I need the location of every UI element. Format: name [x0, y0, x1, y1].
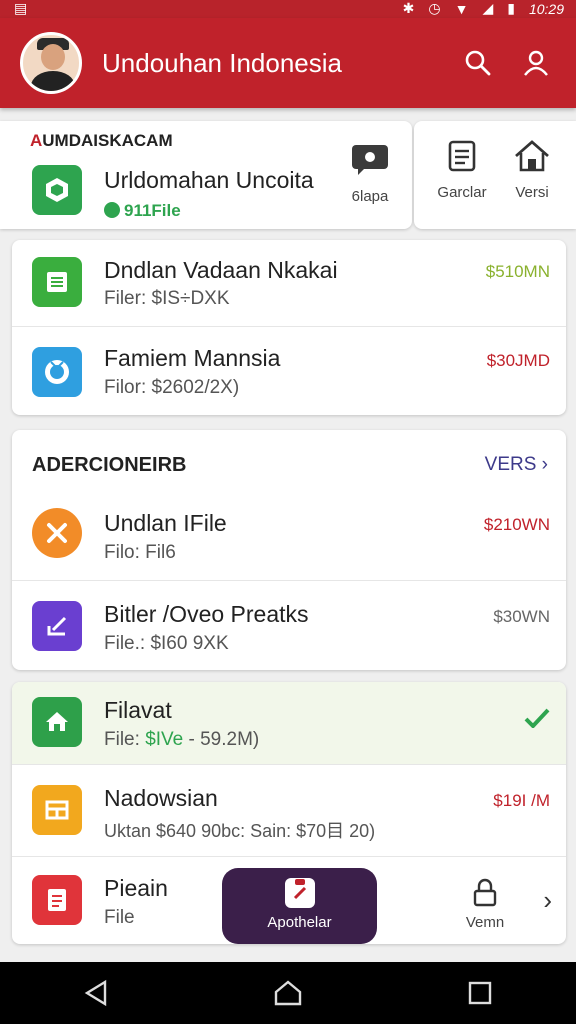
box-icon	[32, 785, 82, 835]
quick-actions-card: Garclar Versi	[414, 121, 576, 229]
section-card: ADERCIONEIRB VERS › Undlan IFile Filo: F…	[12, 430, 566, 670]
featured-title: Urldomahan Uncoita	[104, 167, 314, 193]
home-nav-icon[interactable]	[258, 973, 318, 1013]
item-name: Dndlan Vadaan Nkakai	[104, 257, 338, 283]
clipboard-icon	[284, 878, 315, 908]
category-marker: A	[30, 131, 43, 150]
alarm-icon: ◷	[428, 0, 441, 16]
tools-icon	[32, 508, 82, 558]
chevron-right-icon[interactable]: ›	[543, 885, 552, 916]
featured-card[interactable]: AUMDAISKACAM Urldomahan Uncoita 911File …	[0, 121, 412, 229]
home-icon	[515, 140, 549, 172]
garclar-button[interactable]: Garclar	[432, 139, 492, 201]
version-action[interactable]: Vemn	[460, 877, 510, 931]
item-subtitle: File	[104, 907, 135, 928]
chat-action-button[interactable]: 6lapa	[338, 143, 402, 205]
search-icon[interactable]	[460, 45, 496, 81]
item-subtitle: Uktan $640 90bc: Sain: $70目 20)	[104, 821, 376, 841]
item-subtitle: Filor: $2602/2X)	[104, 377, 240, 398]
document-icon	[448, 140, 476, 172]
featured-category: AUMDAISKACAM	[30, 131, 173, 150]
item-subtitle: Filer: $IS÷DXK	[104, 288, 230, 309]
item-subtitle: File.: $I60 9XK	[104, 633, 229, 654]
clock: 10:29	[528, 0, 564, 17]
item-price: $210WN	[483, 515, 550, 534]
wifi-icon: ▼	[454, 0, 469, 17]
section-title: ADERCIONEIRB	[32, 454, 187, 476]
system-nav-bar	[0, 962, 576, 1024]
featured-badge: 911File	[104, 201, 181, 221]
lock-icon	[473, 878, 497, 907]
check-icon	[524, 708, 550, 733]
bluetooth-icon: ✱	[402, 0, 415, 16]
item-name: Filavat	[104, 697, 172, 723]
status-bar: ▤ ✱ ◷ ▼ ◢ ▮ 10:29	[0, 0, 576, 18]
item-price: $19I /M	[493, 791, 550, 810]
item-price: $30JMD	[486, 351, 550, 370]
item-name: Pieain	[104, 875, 168, 901]
item-subtitle: Filo: Fil6	[104, 542, 176, 563]
file-list-1: Dndlan Vadaan Nkakai Filer: $IS÷DXK $510…	[12, 240, 566, 415]
battery-icon: ▮	[507, 0, 515, 16]
list-item[interactable]: Nadowsian Uktan $640 90bc: Sain: $70目 20…	[12, 764, 566, 856]
chat-icon	[352, 145, 388, 175]
versi-button[interactable]: Versi	[502, 139, 562, 201]
notification-icon: ▤	[14, 0, 28, 16]
item-name: Famiem Mannsia	[104, 345, 281, 371]
recents-icon[interactable]	[450, 973, 510, 1013]
shield-icon	[32, 347, 82, 397]
profile-icon[interactable]	[518, 45, 554, 81]
list-item[interactable]: Famiem Mannsia Filor: $2602/2X) $30JMD	[12, 326, 566, 415]
item-name: Undlan IFile	[104, 510, 227, 536]
home-icon	[32, 697, 82, 747]
apothelar-fab-button[interactable]: Apothelar	[222, 868, 377, 944]
edit-icon	[32, 601, 82, 651]
document-icon	[32, 875, 82, 925]
list-doc-icon	[32, 257, 82, 307]
list-item[interactable]: Bitler /Oveo Preatks File.: $I60 9XK $30…	[12, 580, 566, 670]
app-bar: Undouhan Indonesia	[0, 18, 576, 108]
signal-icon: ◢	[482, 0, 494, 16]
section-more-link[interactable]: VERS ›	[485, 454, 548, 476]
item-price: $30WN	[493, 607, 550, 626]
item-subtitle: File: $IVe - 59.2M)	[104, 729, 260, 750]
item-price: $510MN	[485, 262, 550, 281]
featured-app-icon	[32, 165, 82, 215]
list-item-selected[interactable]: Filavat File: $IVe - 59.2M)	[12, 682, 566, 764]
avatar[interactable]	[20, 32, 82, 94]
item-name: Bitler /Oveo Preatks	[104, 601, 309, 627]
app-title: Undouhan Indonesia	[102, 47, 342, 78]
back-icon[interactable]	[66, 973, 126, 1013]
list-item[interactable]: Undlan IFile Filo: Fil6 $210WN	[12, 494, 566, 580]
list-item[interactable]: Dndlan Vadaan Nkakai Filer: $IS÷DXK $510…	[12, 240, 566, 326]
item-name: Nadowsian	[104, 785, 218, 811]
